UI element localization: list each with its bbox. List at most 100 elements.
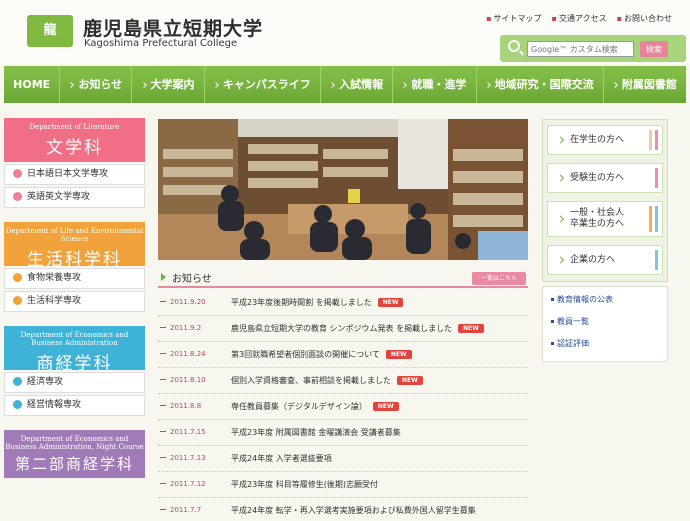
info-link-education[interactable]: 教育情報の公表 <box>551 293 659 315</box>
color-stripe <box>649 206 652 232</box>
chevron-right-icon <box>556 174 565 182</box>
dept-night-course: Department of Economics and Business Adm… <box>4 430 145 478</box>
news-section-header: お知らせ 一覧はこちら <box>158 267 528 288</box>
dept-item-business-info[interactable]: 経営情報専攻 <box>4 395 145 416</box>
dash-icon <box>160 431 166 432</box>
library-photo <box>158 119 528 260</box>
color-stripe <box>655 250 658 270</box>
right-column: 在学生の方へ 受験生の方へ 一般・社会人 卒業生の方へ 企業の方へ 教育情報の公… <box>542 119 668 362</box>
dept-economics: Department of Economics and Business Adm… <box>4 326 145 416</box>
chevron-icon <box>13 400 22 409</box>
new-badge: NEW <box>458 324 484 333</box>
nav-careers[interactable]: 就職・進学 <box>393 66 477 103</box>
news-list: 2011.9.20 平成23年度後期時間割 を掲載しました NEW 2011.9.2… <box>158 290 528 521</box>
dash-icon <box>160 457 166 458</box>
new-badge: NEW <box>397 376 423 385</box>
search-input[interactable] <box>527 41 634 57</box>
news-item[interactable]: 2011.7.7 平成24年度 転学・再入学選考実施要項および私費外国人留学生募集 <box>158 498 528 521</box>
chevron-icon <box>13 192 22 201</box>
dash-icon <box>160 301 166 302</box>
audience-companies-button[interactable]: 企業の方へ <box>547 245 663 275</box>
news-item[interactable]: 2011.8.24 第3回就職希望者個別面談の開催について NEW <box>158 342 528 368</box>
nav-about[interactable]: 大学案内 <box>132 66 205 103</box>
nav-campus-life[interactable]: キャンパスライフ <box>205 66 321 103</box>
news-item[interactable]: 2011.9.20 平成23年度後期時間割 を掲載しました NEW <box>158 290 528 316</box>
color-stripe <box>655 130 658 150</box>
nav-library[interactable]: 附属図書館 <box>604 66 686 103</box>
chevron-right-icon <box>68 82 75 88</box>
sitemap-link[interactable]: ▪ サイトマップ <box>486 13 541 24</box>
new-badge: NEW <box>372 402 399 411</box>
chevron-icon <box>13 296 22 305</box>
news-list-button[interactable]: 一覧はこちら <box>472 272 526 285</box>
dash-icon <box>160 353 166 354</box>
chevron-right-icon <box>556 256 565 264</box>
news-item[interactable]: 2011.7.13 平成24年度 入学者選抜要項 <box>158 446 528 472</box>
chevron-right-icon <box>329 82 335 88</box>
dept-banner-literature[interactable]: Department of Literature 文学科 <box>4 118 145 162</box>
dept-literature: Department of Literature 文学科 日本語日本文学専攻 英… <box>4 118 145 208</box>
site-title[interactable]: 鹿児島県立短期大学 <box>83 14 263 41</box>
chevron-right-icon <box>212 82 219 88</box>
new-badge: NEW <box>385 350 412 359</box>
chevron-icon <box>13 377 22 386</box>
dept-banner-night-course[interactable]: Department of Economics and Business Adm… <box>4 430 145 478</box>
chevron-right-icon <box>140 82 147 88</box>
header: ⿓ 鹿児島県立短期大学 Kagoshima Prefectural Colleg… <box>0 0 690 64</box>
dash-icon <box>160 483 166 484</box>
dept-item-life-science[interactable]: 生活科学専攻 <box>4 291 145 312</box>
chevron-icon <box>13 273 22 282</box>
search-icon <box>508 40 520 52</box>
college-logo[interactable]: ⿓ <box>27 15 73 47</box>
contact-link[interactable]: ▪ お問い合わせ <box>617 13 672 24</box>
nav-news[interactable]: お知らせ <box>60 66 133 103</box>
news-item[interactable]: 2011.7.15 平成23年度 附属図書館 金曜講演会 受講者募集 <box>158 420 528 446</box>
dept-banner-life-science[interactable]: Department of Life and Environmental Sci… <box>4 222 145 270</box>
news-item[interactable]: 2011.8.8 専任教員募集（デジタルデザイン論） NEW <box>158 394 528 420</box>
dept-item-nutrition[interactable]: 食物栄養専攻 <box>4 268 145 289</box>
color-stripe <box>655 168 658 188</box>
nav-research[interactable]: 地域研究・国際交流 <box>477 66 604 103</box>
nav-admissions[interactable]: 入試情報 <box>321 66 394 103</box>
info-link-accreditation[interactable]: 認証評価 <box>551 337 659 359</box>
page: ⿓ 鹿児島県立短期大学 Kagoshima Prefectural Colleg… <box>0 0 690 521</box>
audience-applicants-button[interactable]: 受験生の方へ <box>547 163 663 193</box>
color-stripe <box>649 130 652 150</box>
site-subtitle: Kagoshima Prefectural College <box>84 38 238 49</box>
dept-item-japanese-literature[interactable]: 日本語日本文学専攻 <box>4 164 145 185</box>
chevron-right-icon <box>401 82 408 88</box>
dept-life-science: Department of Life and Environmental Sci… <box>4 222 145 312</box>
dash-icon <box>160 379 166 380</box>
audience-panel: 在学生の方へ 受験生の方へ 一般・社会人 卒業生の方へ 企業の方へ <box>542 119 668 282</box>
news-item[interactable]: 2011.9.2 鹿児島県立短期大学の教育 シンポジウム発表 を掲載しました NEW <box>158 316 528 342</box>
main-nav: HOME お知らせ 大学案内 キャンパスライフ 入試情報 就職・進学 地域研究・… <box>4 66 686 103</box>
chevron-right-icon <box>484 82 491 88</box>
info-link-faculty[interactable]: 教員一覧 <box>551 315 659 337</box>
access-link[interactable]: ▪ 交通アクセス <box>552 13 607 24</box>
dept-item-english-literature[interactable]: 英語英文学専攻 <box>4 187 145 208</box>
news-item[interactable]: 2011.7.12 平成23年度 科目等履修生(後期)志願受付 <box>158 472 528 498</box>
hero-photo <box>158 119 528 260</box>
audience-students-button[interactable]: 在学生の方へ <box>547 125 663 155</box>
top-links: ▪ サイトマップ ▪ 交通アクセス ▪ お問い合わせ <box>486 13 672 24</box>
chevron-icon <box>13 169 22 178</box>
news-item[interactable]: 2011.8.10 個別入学資格審査、事前相談を掲載しました NEW <box>158 368 528 394</box>
new-badge: NEW <box>377 298 404 307</box>
dept-item-economics[interactable]: 経済専攻 <box>4 372 145 393</box>
info-links-panel: 教育情報の公表 教員一覧 認証評価 <box>542 286 668 362</box>
audience-public-button[interactable]: 一般・社会人 卒業生の方へ <box>547 201 663 237</box>
triangle-icon <box>161 273 166 281</box>
chevron-right-icon <box>612 82 618 88</box>
news-title: お知らせ <box>172 274 212 285</box>
nav-home[interactable]: HOME <box>4 66 61 103</box>
department-column: Department of Literature 文学科 日本語日本文学専攻 英… <box>4 118 145 488</box>
search-button[interactable]: 検索 <box>640 41 668 57</box>
color-stripe <box>655 206 658 232</box>
dept-banner-economics[interactable]: Department of Economics and Business Adm… <box>4 326 145 374</box>
chevron-right-icon <box>556 215 565 223</box>
search-box: 検索 <box>500 35 686 62</box>
chevron-right-icon <box>556 136 565 144</box>
dash-icon <box>160 327 166 328</box>
dash-icon <box>160 405 166 406</box>
dash-icon <box>160 509 166 510</box>
